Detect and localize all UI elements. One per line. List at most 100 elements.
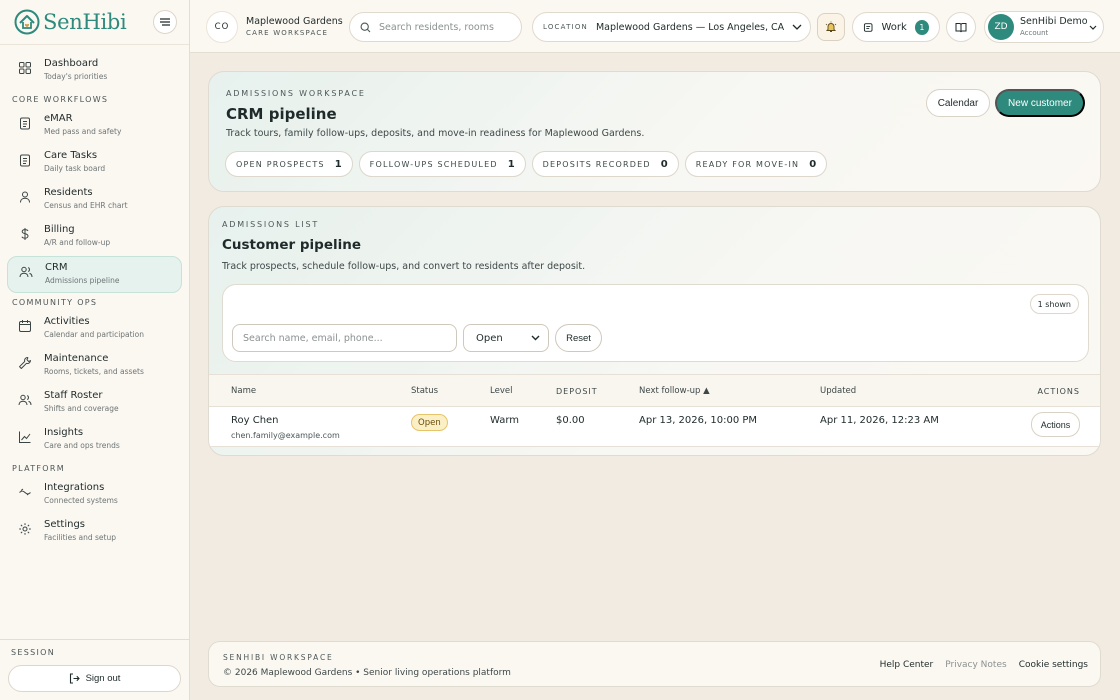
sign-out-icon	[69, 673, 80, 684]
footer: SENHIBI WORKSPACE © 2026 Maplewood Garde…	[208, 641, 1101, 687]
sidebar-item-title: Maintenance	[44, 353, 109, 364]
column-header-status[interactable]: Status	[411, 386, 438, 396]
location-value: Maplewood Gardens — Los Angeles, CA	[595, 21, 785, 33]
table-row[interactable]: Roy Chen chen.family@example.com Open Wa…	[209, 407, 1100, 447]
customer-pipeline-card: ADMISSIONS LIST Customer pipeline Track …	[208, 206, 1101, 456]
nav-section-core: CORE WORKFLOWS	[12, 95, 109, 104]
session-label: SESSION	[11, 648, 56, 657]
sidebar-item-maintenance[interactable]: Maintenance Rooms, tickets, and assets	[0, 348, 182, 385]
row-actions-button[interactable]: Actions	[1031, 412, 1080, 437]
sidebar-item-subtitle: Today's priorities	[44, 72, 108, 81]
logo[interactable]: SenHibi	[14, 9, 127, 35]
account-menu-button[interactable]: ZD SenHibi Demo Account	[984, 11, 1104, 43]
footer-eyebrow: SENHIBI WORKSPACE	[223, 653, 334, 662]
sidebar-item-residents[interactable]: Residents Census and EHR chart	[0, 182, 182, 219]
sidebar-item-subtitle: Calendar and participation	[44, 330, 144, 339]
sidebar-item-insights[interactable]: Insights Care and ops trends	[0, 422, 182, 459]
docs-button[interactable]	[946, 12, 976, 42]
sidebar-nav: Dashboard Today's priorities CORE WORKFLO…	[0, 45, 189, 551]
column-header-deposit[interactable]: DEPOSIT	[556, 387, 598, 396]
notifications-button[interactable]	[817, 13, 845, 41]
status-filter-select[interactable]: Open	[463, 324, 549, 352]
sidebar-item-emar[interactable]: eMAR Med pass and safety	[0, 108, 182, 145]
stat-value: 1	[334, 158, 342, 170]
reset-button[interactable]: Reset	[555, 324, 602, 352]
filter-panel: 1 shown Search name, email, phone... Ope…	[222, 284, 1089, 362]
column-header-level[interactable]: Level	[490, 386, 512, 396]
sidebar-item-staff-roster[interactable]: Staff Roster Shifts and coverage	[0, 385, 182, 422]
sidebar-item-subtitle: Admissions pipeline	[45, 276, 120, 285]
book-icon	[955, 22, 967, 32]
row-name[interactable]: Roy Chen	[231, 415, 279, 426]
column-header-next-follow-up[interactable]: Next follow-up ▲	[639, 386, 710, 396]
chevron-down-icon	[1089, 25, 1097, 30]
top-bar: CO Maplewood Gardens CARE WORKSPACE Sear…	[190, 0, 1120, 53]
sidebar-item-subtitle: Rooms, tickets, and assets	[44, 367, 144, 376]
sidebar-item-subtitle: Census and EHR chart	[44, 201, 128, 210]
stat-label: READY FOR MOVE-IN	[695, 159, 800, 169]
stat-value: 0	[660, 158, 668, 170]
sidebar-item-integrations[interactable]: Integrations Connected systems	[0, 477, 182, 514]
sidebar-item-subtitle: Care and ops trends	[44, 441, 120, 450]
column-header-updated[interactable]: Updated	[820, 386, 856, 396]
sidebar-item-title: Insights	[44, 427, 84, 438]
people-icon	[19, 266, 33, 278]
menu-toggle-button[interactable]	[153, 10, 177, 34]
brand-bar: SenHibi	[0, 0, 189, 45]
session-panel: SESSION Sign out	[0, 639, 189, 700]
sidebar-item-crm[interactable]: CRM Admissions pipeline	[7, 256, 182, 293]
account-name: SenHibi Demo	[1020, 16, 1088, 27]
workspace-subtitle: CARE WORKSPACE	[246, 29, 329, 37]
row-level: Warm	[490, 415, 520, 426]
person-icon	[20, 191, 30, 203]
stat-value: 0	[809, 158, 817, 170]
sign-out-button[interactable]: Sign out	[8, 665, 181, 692]
new-customer-button[interactable]: New customer	[995, 89, 1085, 117]
nav-section-platform: PLATFORM	[12, 464, 65, 473]
sidebar-item-title: Activities	[44, 316, 90, 327]
work-count-badge: 1	[914, 19, 929, 35]
stat-deposits: DEPOSITS RECORDED 0	[531, 151, 679, 177]
privacy-notes-link[interactable]: Privacy Notes	[945, 660, 1006, 670]
sidebar-item-title: CRM	[45, 262, 68, 273]
page-title: CRM pipeline	[226, 105, 337, 123]
sidebar-item-billing[interactable]: Billing A/R and follow-up	[0, 219, 182, 256]
link-icon	[19, 488, 31, 496]
staff-icon	[18, 394, 32, 406]
location-label: LOCATION	[543, 23, 588, 31]
dollar-icon	[21, 228, 29, 240]
menu-icon	[160, 18, 170, 26]
task-icon	[20, 154, 30, 167]
row-email: chen.family@example.com	[231, 431, 340, 440]
calendar-button[interactable]: Calendar	[926, 89, 990, 117]
customer-table: Name Status Level DEPOSIT Next follow-up…	[209, 374, 1100, 447]
brand-name: SenHibi	[43, 10, 127, 34]
calendar-icon	[19, 320, 31, 332]
sidebar-item-subtitle: Shifts and coverage	[44, 404, 119, 413]
bell-icon	[825, 21, 837, 32]
search-placeholder: Search residents, rooms	[379, 21, 494, 33]
customer-search-input[interactable]: Search name, email, phone...	[232, 324, 457, 352]
shown-count-badge: 1 shown	[1029, 294, 1079, 314]
sign-out-label: Sign out	[85, 673, 121, 684]
column-header-name[interactable]: Name	[231, 386, 256, 396]
location-select[interactable]: LOCATION Maplewood Gardens — Los Angeles…	[532, 12, 811, 42]
sidebar-item-care-tasks[interactable]: Care Tasks Daily task board	[0, 145, 182, 182]
help-center-link[interactable]: Help Center	[880, 660, 934, 670]
stat-move-in: READY FOR MOVE-IN 0	[684, 151, 828, 177]
work-icon	[863, 22, 873, 32]
workspace-badge[interactable]: CO	[206, 11, 238, 43]
cookie-settings-link[interactable]: Cookie settings	[1019, 660, 1088, 670]
crm-hero-card: ADMISSIONS WORKSPACE CRM pipeline Track …	[208, 71, 1101, 192]
sidebar-item-dashboard[interactable]: Dashboard Today's priorities	[0, 53, 182, 90]
global-search-input[interactable]: Search residents, rooms	[349, 12, 522, 42]
stat-label: OPEN PROSPECTS	[236, 159, 325, 169]
sidebar-item-subtitle: Med pass and safety	[44, 127, 122, 136]
sidebar-item-activities[interactable]: Activities Calendar and participation	[0, 311, 182, 348]
sidebar-item-title: eMAR	[44, 113, 73, 124]
status-badge: Open	[411, 414, 448, 431]
sidebar-item-settings[interactable]: Settings Facilities and setup	[0, 514, 182, 551]
status-filter-value: Open	[476, 332, 503, 344]
work-button[interactable]: Work 1	[852, 12, 940, 42]
list-eyebrow: ADMISSIONS LIST	[222, 220, 320, 229]
